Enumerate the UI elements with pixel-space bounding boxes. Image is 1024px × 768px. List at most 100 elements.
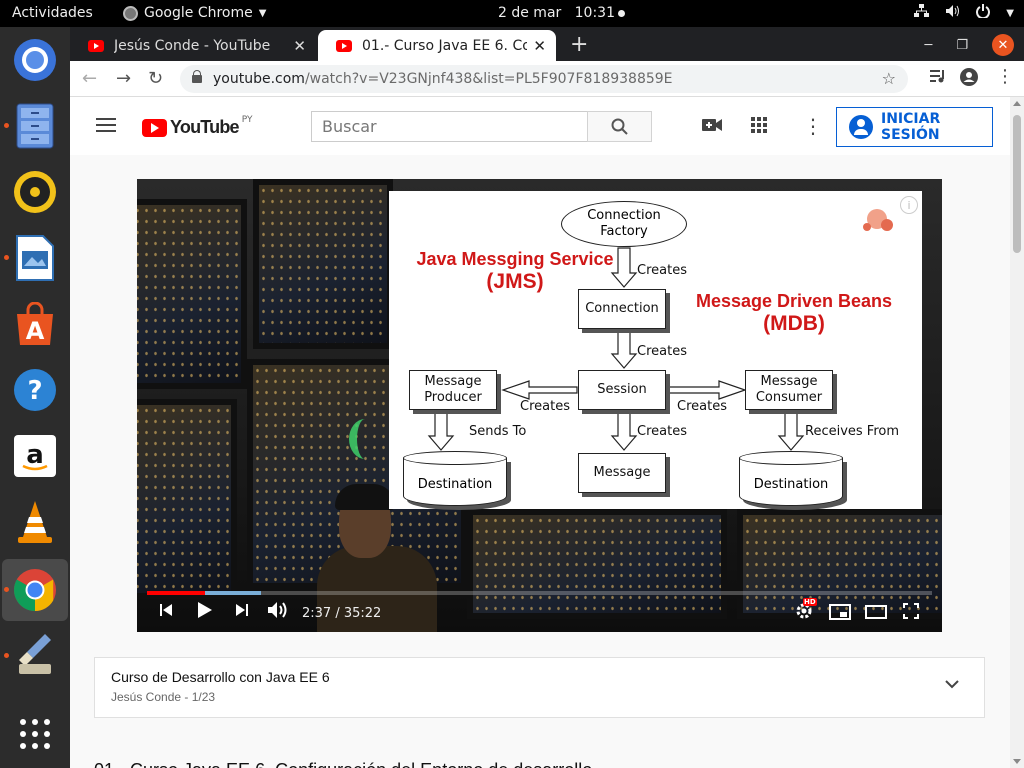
account-circle-icon <box>849 115 873 139</box>
dock-ubuntu-software[interactable]: A <box>12 301 58 347</box>
search-button[interactable] <box>587 111 652 142</box>
play-button-icon[interactable] <box>197 601 213 623</box>
previous-video-icon[interactable] <box>159 603 173 621</box>
reload-icon[interactable]: ↻ <box>148 68 163 89</box>
node-destination-left: Destination <box>402 451 507 506</box>
network-icon <box>914 4 930 22</box>
dock-gimp[interactable] <box>12 631 58 677</box>
chevron-down-icon: ▼ <box>258 7 267 19</box>
browser-menu-icon[interactable]: ⋮ <box>996 66 1014 87</box>
tab-title: Jesús Conde - YouTube <box>114 37 271 54</box>
running-indicator <box>4 653 9 658</box>
sign-in-button[interactable]: INICIAR SESIÓN <box>836 107 993 147</box>
youtube-logo[interactable]: YouTube PY <box>142 114 253 138</box>
playlist-title: Curso de Desarrollo con Java EE 6 <box>111 669 330 685</box>
impress-document-icon <box>16 235 54 281</box>
close-tab-icon[interactable]: ✕ <box>293 37 306 55</box>
volume-icon <box>945 4 960 22</box>
tab-youtube-channel[interactable]: Jesús Conde - YouTube ✕ <box>70 30 316 61</box>
lock-icon <box>192 70 202 83</box>
youtube-wordmark: YouTube <box>170 117 240 137</box>
chrome-window: Jesús Conde - YouTube ✕ 01.- Curso Java … <box>70 27 1024 768</box>
profile-avatar-icon[interactable] <box>960 68 978 90</box>
dock-amazon[interactable]: a <box>12 433 58 479</box>
chevron-down-icon[interactable] <box>945 674 959 693</box>
country-code: PY <box>241 114 253 125</box>
running-indicator <box>4 123 9 128</box>
edge-label: Creates <box>637 424 687 439</box>
player-controls: 2:37 / 35:22 HD <box>137 597 942 632</box>
node-session: Session <box>578 370 666 410</box>
volume-icon[interactable] <box>267 601 289 623</box>
system-tray[interactable]: ▼ <box>914 4 1014 22</box>
hamburger-menu-icon[interactable] <box>96 118 116 132</box>
running-indicator <box>4 255 9 260</box>
theater-mode-icon[interactable] <box>865 605 887 623</box>
playlist-panel[interactable]: Curso de Desarrollo con Java EE 6 Jesús … <box>94 657 985 718</box>
chrome-icon <box>13 569 56 611</box>
scroll-down-icon[interactable] <box>1013 759 1021 764</box>
next-video-icon[interactable] <box>235 603 249 621</box>
vlc-cone-icon <box>18 501 52 543</box>
activities-button[interactable]: Actividades <box>12 5 93 21</box>
app-menu[interactable]: Google Chrome ▼ <box>123 5 266 21</box>
chrome-app-icon <box>123 5 138 21</box>
app-grid-icon <box>20 719 50 749</box>
dock-libreoffice-impress[interactable] <box>12 235 58 281</box>
scrollbar-thumb[interactable] <box>1013 115 1021 253</box>
dock-chromium[interactable] <box>12 37 58 83</box>
apps-grid-icon[interactable] <box>751 117 767 138</box>
more-options-icon[interactable]: ⋮ <box>803 114 823 138</box>
node-destination-right: Destination <box>738 451 843 506</box>
progress-played <box>147 591 206 595</box>
back-arrow-icon[interactable]: ← <box>82 68 97 89</box>
city-window <box>137 399 237 599</box>
sign-in-label: INICIAR SESIÓN <box>881 111 941 143</box>
tab-video-active[interactable]: 01.- Curso Java EE 6. Conf ✕ <box>318 30 556 61</box>
address-bar[interactable]: youtube.com/watch?v=V23GNjnf438&list=PL5… <box>180 65 908 93</box>
svg-text:a: a <box>26 440 44 470</box>
clock-time: 10:31 <box>574 5 615 21</box>
fullscreen-icon[interactable] <box>903 603 919 623</box>
dock-file-cabinet[interactable] <box>12 103 58 149</box>
dock-help[interactable]: ? <box>12 367 58 413</box>
maximize-button[interactable]: ❐ <box>956 38 968 53</box>
miniplayer-icon[interactable] <box>829 604 851 624</box>
power-icon <box>976 4 991 22</box>
youtube-page: YouTube PY Buscar ⋮ INICIAR SESIÓN i Jav… <box>70 97 1010 768</box>
app-name: Google Chrome <box>144 5 253 21</box>
forward-arrow-icon[interactable]: → <box>116 68 131 89</box>
show-applications-button[interactable] <box>12 711 58 757</box>
ubuntu-dock: A ? a <box>0 27 70 768</box>
hd-badge: HD <box>803 598 817 606</box>
edge-label: Sends To <box>469 424 527 439</box>
help-icon: ? <box>14 369 56 411</box>
page-scrollbar[interactable] <box>1010 97 1024 768</box>
dock-vlc[interactable] <box>12 499 58 545</box>
scroll-up-icon[interactable] <box>1013 101 1021 106</box>
minimize-button[interactable]: ─ <box>925 38 933 53</box>
time-display: 2:37 / 35:22 <box>302 606 382 621</box>
running-indicator <box>4 587 9 592</box>
dock-rhythmbox[interactable] <box>12 169 58 215</box>
dock-google-chrome[interactable] <box>12 567 58 613</box>
notification-dot <box>618 9 625 17</box>
edge-label: Creates <box>677 399 727 414</box>
bookmark-star-icon[interactable]: ☆ <box>882 69 896 88</box>
tab-title: 01.- Curso Java EE 6. Conf <box>362 37 528 54</box>
browser-toolbar: ← → ↻ youtube.com/watch?v=V23GNjnf438&li… <box>70 61 1024 97</box>
create-video-icon[interactable] <box>702 117 722 137</box>
close-tab-icon[interactable]: ✕ <box>533 37 546 55</box>
progress-bar[interactable] <box>147 591 932 595</box>
edge-label: Receives From <box>805 424 900 439</box>
file-cabinet-icon <box>16 103 54 149</box>
edge-label: Creates <box>637 344 687 359</box>
media-queue-icon[interactable] <box>930 68 946 87</box>
playlist-subtitle: Jesús Conde - 1/23 <box>111 690 216 704</box>
close-window-button[interactable]: ✕ <box>992 34 1014 56</box>
new-tab-button[interactable]: + <box>570 32 588 57</box>
video-player[interactable]: i Java Messging Service (JMS) Message Dr… <box>137 179 942 632</box>
youtube-favicon-icon <box>88 39 104 52</box>
clock[interactable]: 2 de mar 10:31 <box>498 5 625 21</box>
search-icon <box>611 118 628 135</box>
